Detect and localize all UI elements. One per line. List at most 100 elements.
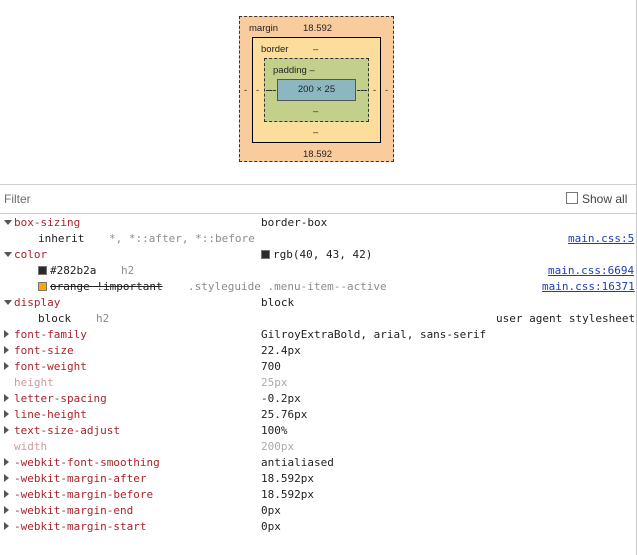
trace-selector: h2: [121, 264, 135, 277]
property-value: GilroyExtraBold, arial, sans-serif: [261, 328, 487, 341]
property-name: font-size: [14, 344, 74, 357]
property-value: border-box: [261, 216, 328, 229]
margin-left-value[interactable]: -: [244, 85, 247, 96]
margin-label: margin: [249, 23, 279, 34]
border-left-value[interactable]: -: [256, 85, 259, 96]
trace-value: block: [38, 312, 72, 325]
checkbox-icon[interactable]: [566, 192, 578, 204]
property-row-font-family[interactable]: font-family GilroyExtraBold, arial, sans…: [0, 327, 636, 343]
property-trace-row: inherit *, *::after, *::before main.css:…: [0, 231, 636, 247]
property-value: 22.4px: [261, 344, 301, 357]
filter-input[interactable]: Filter: [4, 192, 31, 206]
padding-left-value[interactable]: -: [268, 85, 271, 96]
property-row-line-height[interactable]: line-height 25.76px: [0, 407, 636, 423]
expand-triangle-icon[interactable]: [4, 330, 9, 338]
property-value: 100%: [261, 424, 288, 437]
property-row-width[interactable]: width 200px: [0, 439, 636, 455]
filter-separator: [0, 213, 636, 214]
property-row-margin-after[interactable]: -webkit-margin-after 18.592px: [0, 471, 636, 487]
property-row-margin-end[interactable]: -webkit-margin-end 0px: [0, 503, 636, 519]
box-model-separator: [0, 184, 636, 185]
property-row-margin-start[interactable]: -webkit-margin-start 0px: [0, 519, 636, 535]
trace-selector: h2: [96, 312, 110, 325]
expand-triangle-icon[interactable]: [4, 506, 9, 514]
property-name: display: [14, 296, 61, 309]
trace-selector: .styleguide .menu-item--active: [188, 280, 387, 293]
expand-triangle-icon[interactable]: [4, 458, 9, 466]
property-name: -webkit-margin-start: [14, 520, 147, 533]
show-all-label: Show all: [582, 192, 628, 206]
property-row-box-sizing[interactable]: box-sizing border-box: [0, 215, 636, 231]
property-row-font-weight[interactable]: font-weight 700: [0, 359, 636, 375]
trace-value: inherit: [38, 232, 85, 245]
property-row-display[interactable]: display block: [0, 295, 636, 311]
source-user-agent: user agent stylesheet: [496, 312, 636, 325]
expand-triangle-icon[interactable]: [4, 394, 9, 402]
expand-triangle-icon[interactable]: [4, 522, 9, 530]
color-swatch-icon[interactable]: [38, 282, 47, 291]
property-row-letter-spacing[interactable]: letter-spacing -0.2px: [0, 391, 636, 407]
property-trace-row-overridden: orange !important .styleguide .menu-item…: [0, 279, 636, 295]
property-value: 18.592px: [261, 472, 314, 485]
color-swatch-icon[interactable]: [38, 266, 47, 275]
property-value: 0px: [261, 520, 281, 533]
property-name: text-size-adjust: [14, 424, 120, 437]
property-name: font-weight: [14, 360, 87, 373]
expand-triangle-icon[interactable]: [4, 426, 9, 434]
expand-triangle-icon[interactable]: [4, 490, 9, 498]
property-name: font-family: [14, 328, 87, 341]
property-value: 0px: [261, 504, 281, 517]
trace-selector: *, *::after, *::before: [109, 232, 255, 245]
property-trace-row: #282b2a h2 main.css:6694: [0, 263, 636, 279]
source-link[interactable]: main.css:5: [568, 231, 634, 247]
expand-triangle-icon[interactable]: [4, 362, 9, 370]
property-row-font-size[interactable]: font-size 22.4px: [0, 343, 636, 359]
property-name: height: [14, 376, 54, 389]
margin-right-value[interactable]: -: [385, 85, 388, 96]
property-value: 25.76px: [261, 408, 308, 421]
property-value: rgb(40, 43, 42): [273, 248, 373, 261]
property-name: color: [14, 248, 48, 261]
padding-label: padding –: [273, 65, 315, 76]
collapse-triangle-icon[interactable]: [4, 252, 12, 257]
border-label: border: [261, 44, 289, 55]
expand-triangle-icon[interactable]: [4, 410, 9, 418]
property-row-height[interactable]: height 25px: [0, 375, 636, 391]
property-name: box-sizing: [14, 216, 81, 229]
trace-value: orange !important: [50, 280, 163, 293]
border-top-value[interactable]: –: [313, 44, 318, 55]
property-value: antialiased: [261, 456, 334, 469]
property-value: 200px: [261, 440, 295, 453]
source-link[interactable]: main.css:16371: [542, 279, 635, 295]
collapse-triangle-icon[interactable]: [4, 300, 12, 305]
property-name: -webkit-margin-after: [14, 472, 147, 485]
property-name: line-height: [14, 408, 87, 421]
source-link[interactable]: main.css:6694: [548, 263, 634, 279]
box-model-content: 200 × 25: [277, 79, 356, 101]
property-name: width: [14, 440, 48, 453]
property-value: -0.2px: [261, 392, 301, 405]
property-value: 700: [261, 360, 281, 373]
border-right-value[interactable]: -: [373, 85, 376, 96]
margin-bottom-value[interactable]: 18.592: [303, 149, 332, 160]
property-row-margin-before[interactable]: -webkit-margin-before 18.592px: [0, 487, 636, 503]
property-value: block: [261, 296, 295, 309]
padding-bottom-value[interactable]: –: [313, 106, 318, 117]
color-swatch-icon[interactable]: [261, 250, 270, 259]
expand-triangle-icon[interactable]: [4, 474, 9, 482]
property-row-font-smoothing[interactable]: -webkit-font-smoothing antialiased: [0, 455, 636, 471]
property-row-color[interactable]: color rgb(40, 43, 42): [0, 247, 636, 263]
property-name: -webkit-margin-before: [14, 488, 154, 501]
property-name: -webkit-margin-end: [14, 504, 134, 517]
property-row-text-size-adjust[interactable]: text-size-adjust 100%: [0, 423, 636, 439]
collapse-triangle-icon[interactable]: [4, 220, 12, 225]
margin-top-value[interactable]: 18.592: [303, 23, 332, 34]
show-all-checkbox[interactable]: Show all: [566, 192, 627, 206]
property-trace-row: block h2 user agent stylesheet: [0, 311, 636, 327]
property-value: 18.592px: [261, 488, 314, 501]
property-value: 25px: [261, 376, 288, 389]
expand-triangle-icon[interactable]: [4, 346, 9, 354]
padding-right-value[interactable]: -: [361, 85, 364, 96]
property-name: -webkit-font-smoothing: [14, 456, 160, 469]
border-bottom-value[interactable]: –: [313, 127, 318, 138]
